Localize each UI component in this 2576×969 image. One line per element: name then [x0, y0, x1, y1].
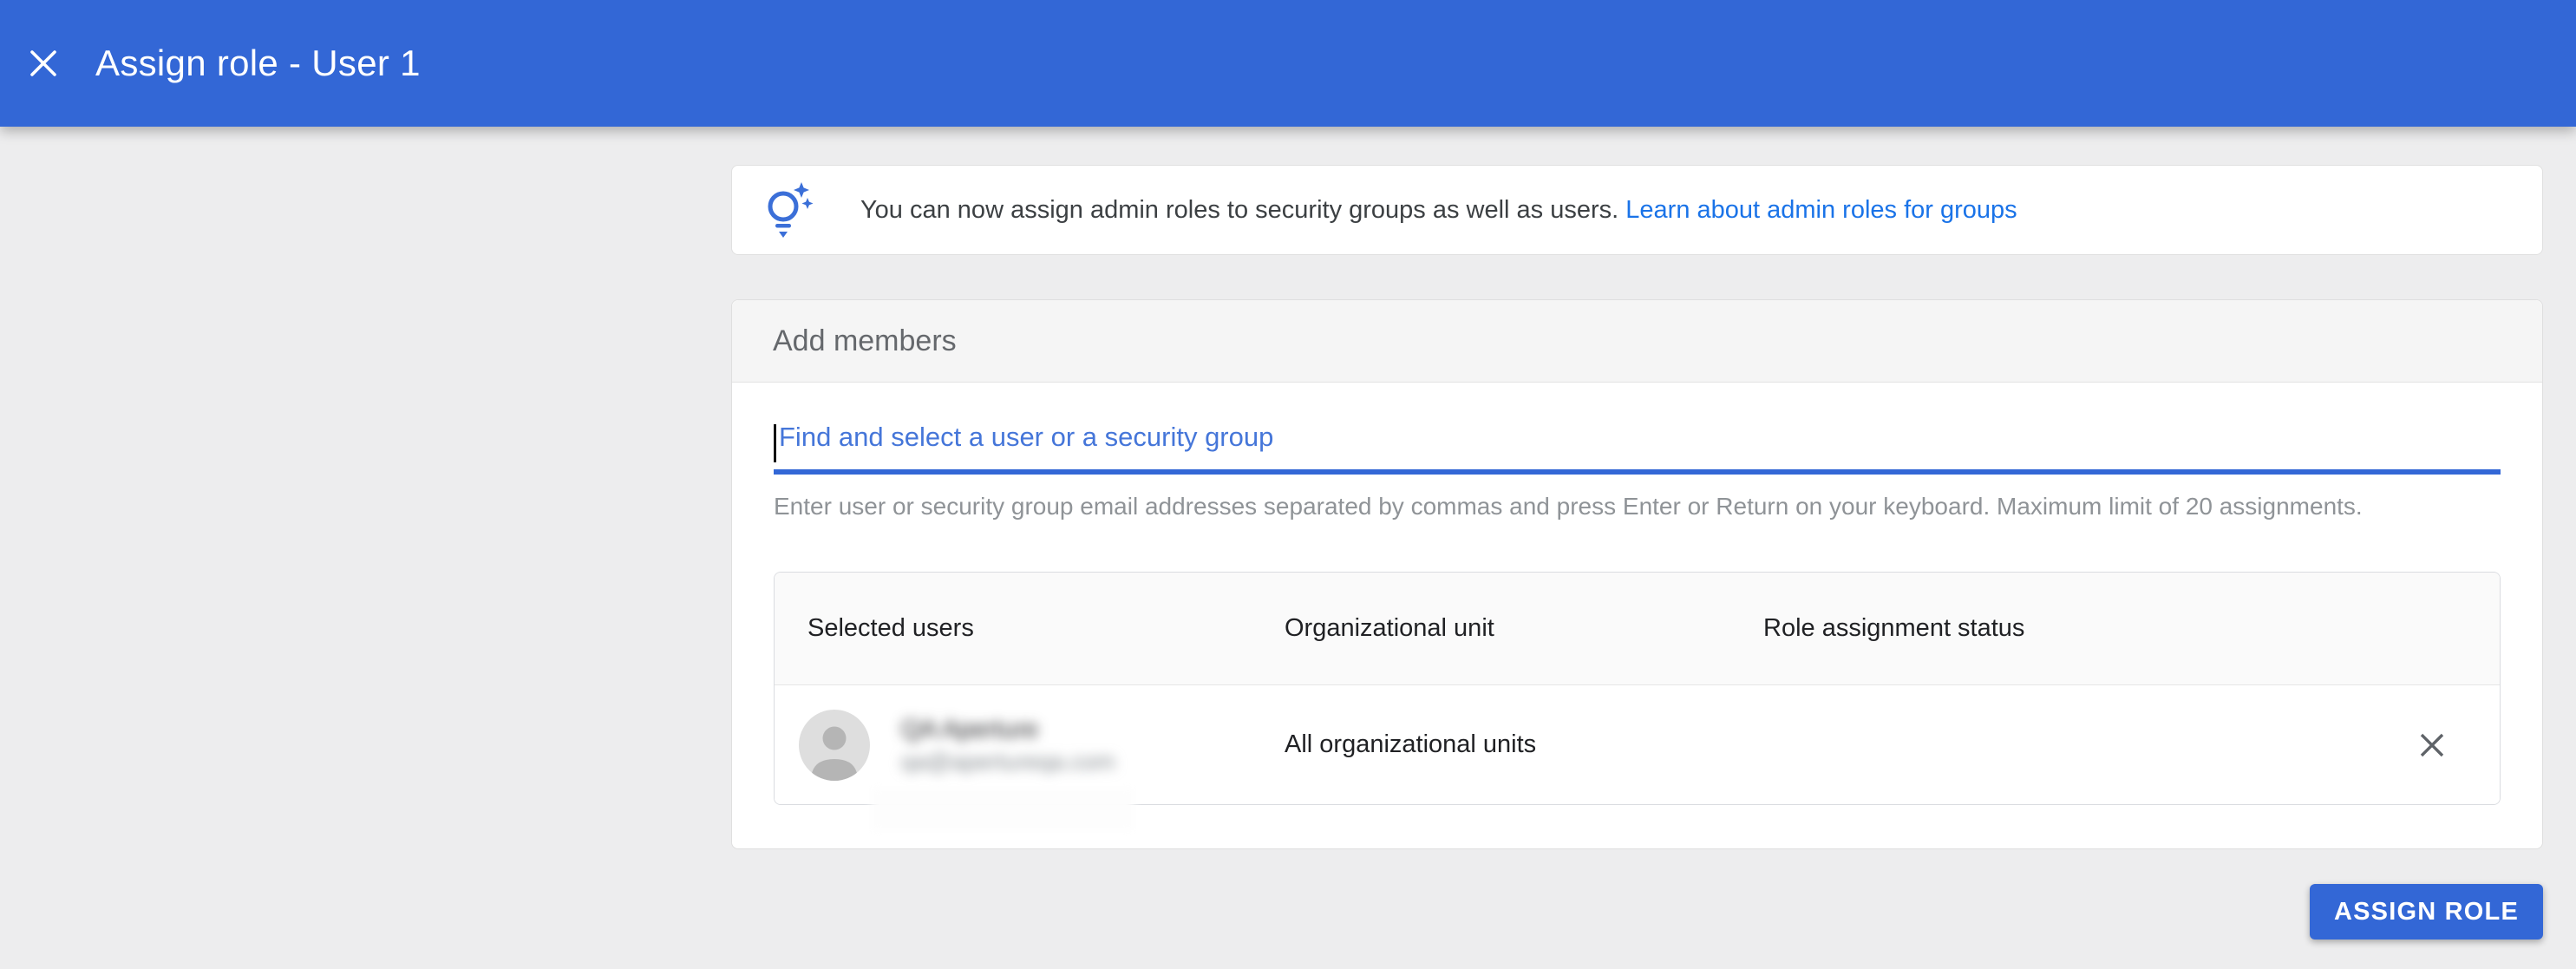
column-header-selected-users: Selected users — [775, 614, 1285, 643]
user-name: QA Aperture — [901, 713, 1115, 746]
banner-text: You can now assign admin roles to securi… — [860, 196, 2017, 225]
selected-users-table: Selected users Organizational unit Role … — [774, 572, 2501, 805]
section-title: Add members — [773, 324, 957, 358]
user-identity-redacted: QA Aperture qa@apertureqa.com — [901, 713, 1115, 777]
close-icon — [27, 47, 60, 80]
section-header: Add members — [732, 300, 2542, 383]
banner-message: You can now assign admin roles to securi… — [860, 196, 1618, 224]
table-row: QA Aperture qa@apertureqa.com All organi… — [775, 685, 2500, 804]
lightbulb-sparkle-icon — [763, 179, 814, 241]
selected-users-table-zone: Selected users Organizational unit Role … — [774, 572, 2501, 805]
close-button[interactable] — [12, 32, 75, 95]
member-search-input[interactable] — [774, 417, 2501, 475]
remove-x-icon — [2418, 731, 2446, 759]
user-email: qa@apertureqa.com — [901, 746, 1115, 777]
table-header-row: Selected users Organizational unit Role … — [775, 573, 2500, 685]
column-header-organizational-unit: Organizational unit — [1285, 614, 1763, 643]
add-members-card: Add members Enter user or security group… — [731, 299, 2543, 849]
info-banner: You can now assign admin roles to securi… — [731, 165, 2543, 255]
appbar: Assign role - User 1 — [0, 0, 2576, 127]
assign-role-button[interactable]: ASSIGN ROLE — [2310, 884, 2543, 940]
card-body: Enter user or security group email addre… — [732, 383, 2542, 848]
text-caret — [774, 424, 776, 462]
column-header-role-assignment-status: Role assignment status — [1763, 614, 2500, 643]
learn-more-link[interactable]: Learn about admin roles for groups — [1625, 196, 2017, 224]
user-cell: QA Aperture qa@apertureqa.com — [775, 710, 1285, 781]
search-field-wrap — [774, 383, 2501, 475]
helper-text: Enter user or security group email addre… — [774, 492, 2501, 521]
avatar — [799, 710, 870, 781]
org-unit-cell: All organizational units — [1285, 730, 1763, 759]
content-column: You can now assign admin roles to securi… — [731, 165, 2543, 940]
remove-user-button[interactable] — [2408, 721, 2456, 769]
dialog-title: Assign role - User 1 — [95, 43, 421, 84]
footer-actions: ASSIGN ROLE — [731, 884, 2543, 940]
